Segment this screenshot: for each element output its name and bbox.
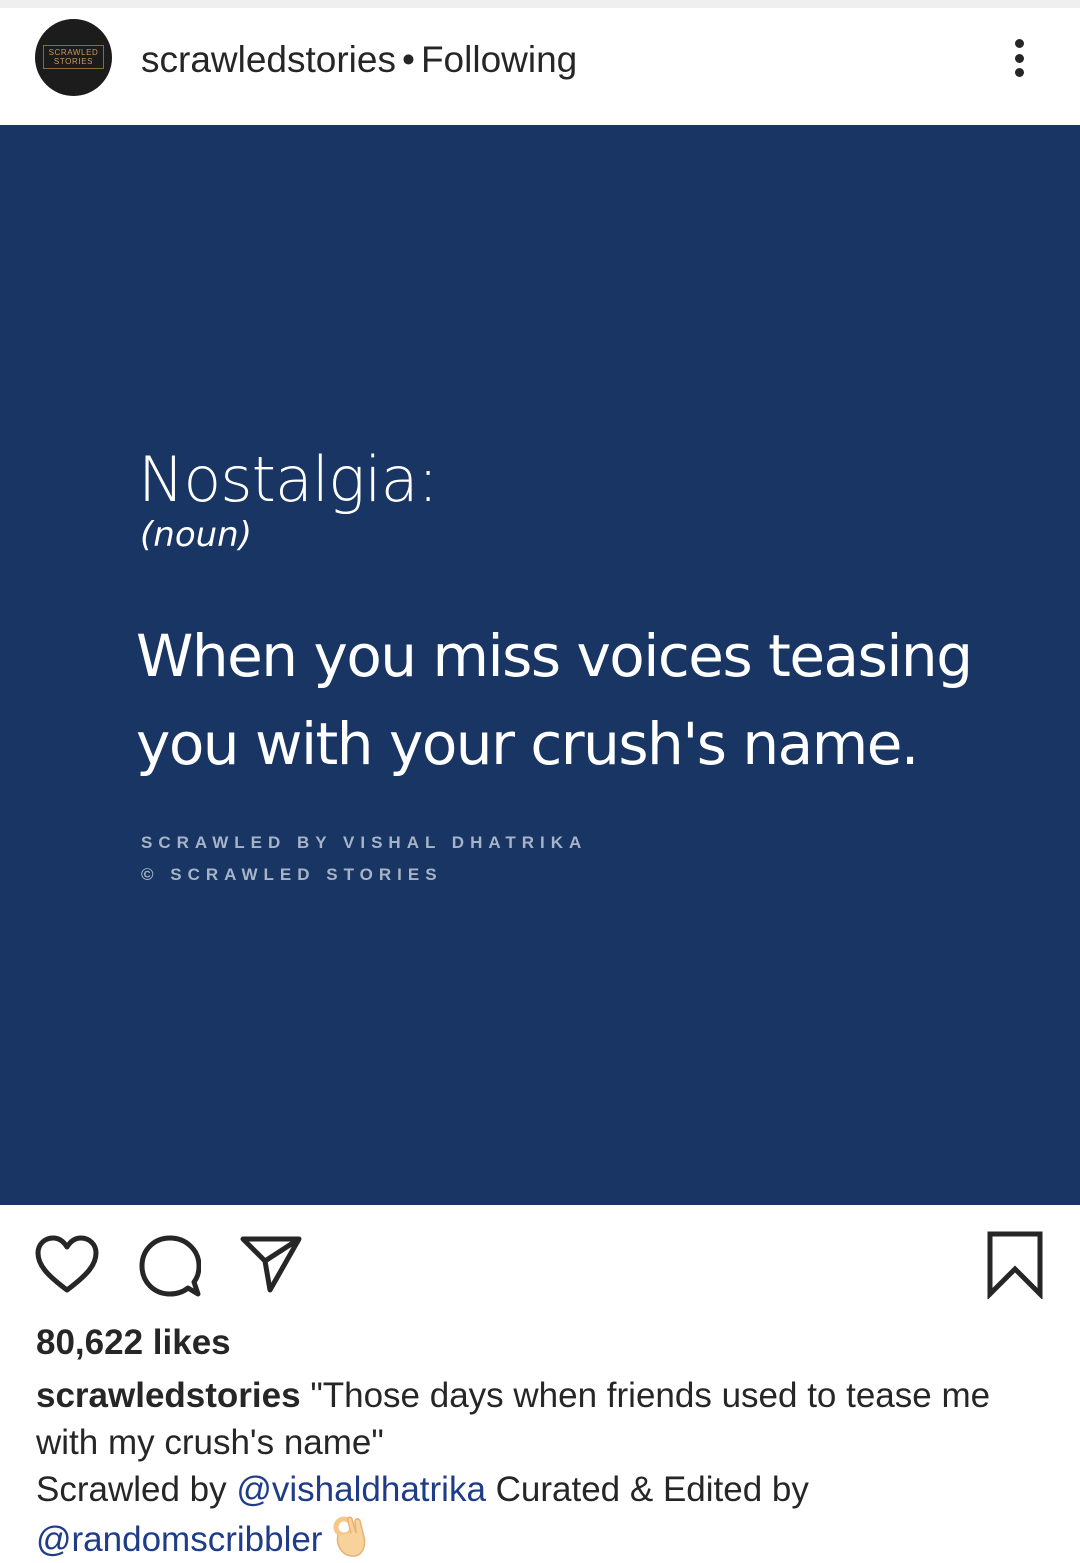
- header-separator: •: [401, 39, 415, 80]
- mention-link[interactable]: @vishaldhatrika: [236, 1470, 486, 1509]
- caption: scrawledstories "Those days when friends…: [36, 1372, 1046, 1563]
- heart-icon[interactable]: [35, 1235, 99, 1295]
- image-credit-copyright: © SCRAWLED STORIES: [141, 865, 443, 884]
- avatar-text-line2: STORIES: [53, 57, 94, 66]
- top-strip: [0, 0, 1080, 8]
- caption-username[interactable]: scrawledstories: [36, 1376, 301, 1415]
- follow-status[interactable]: Following: [421, 39, 577, 80]
- mention-link[interactable]: @randomscribbler: [36, 1520, 322, 1559]
- header-text: scrawledstories • Following: [141, 38, 577, 82]
- image-credit-author: SCRAWLED BY VISHAL DHATRIKA: [141, 833, 588, 852]
- more-dot-icon: [1014, 39, 1024, 48]
- share-icon[interactable]: [240, 1235, 302, 1293]
- more-options-button[interactable]: [1004, 36, 1034, 80]
- action-bar: [0, 1205, 1080, 1325]
- more-dot-icon: [1014, 53, 1024, 63]
- caption-curated-text: Curated & Edited by: [485, 1470, 809, 1509]
- avatar-text-line1: SCRAWLED: [48, 48, 99, 57]
- quote-title: Nostalgia:: [138, 443, 438, 516]
- comment-icon[interactable]: [139, 1235, 201, 1297]
- bookmark-icon[interactable]: [986, 1231, 1044, 1299]
- caption-credit-text: Scrawled by: [36, 1470, 237, 1509]
- likes-count[interactable]: 80,622 likes: [36, 1323, 231, 1363]
- avatar[interactable]: SCRAWLED STORIES: [35, 19, 112, 96]
- quote-definition: When you miss voices teasing you with yo…: [136, 622, 973, 778]
- more-dot-icon: [1014, 68, 1024, 77]
- header-username[interactable]: scrawledstories: [141, 39, 396, 80]
- avatar-logo: SCRAWLED STORIES: [43, 45, 104, 69]
- quote-part-of-speech: (noun): [140, 515, 252, 555]
- post-header: SCRAWLED STORIES scrawledstories • Followi…: [0, 8, 1080, 124]
- ok-hand-icon: [333, 1516, 366, 1557]
